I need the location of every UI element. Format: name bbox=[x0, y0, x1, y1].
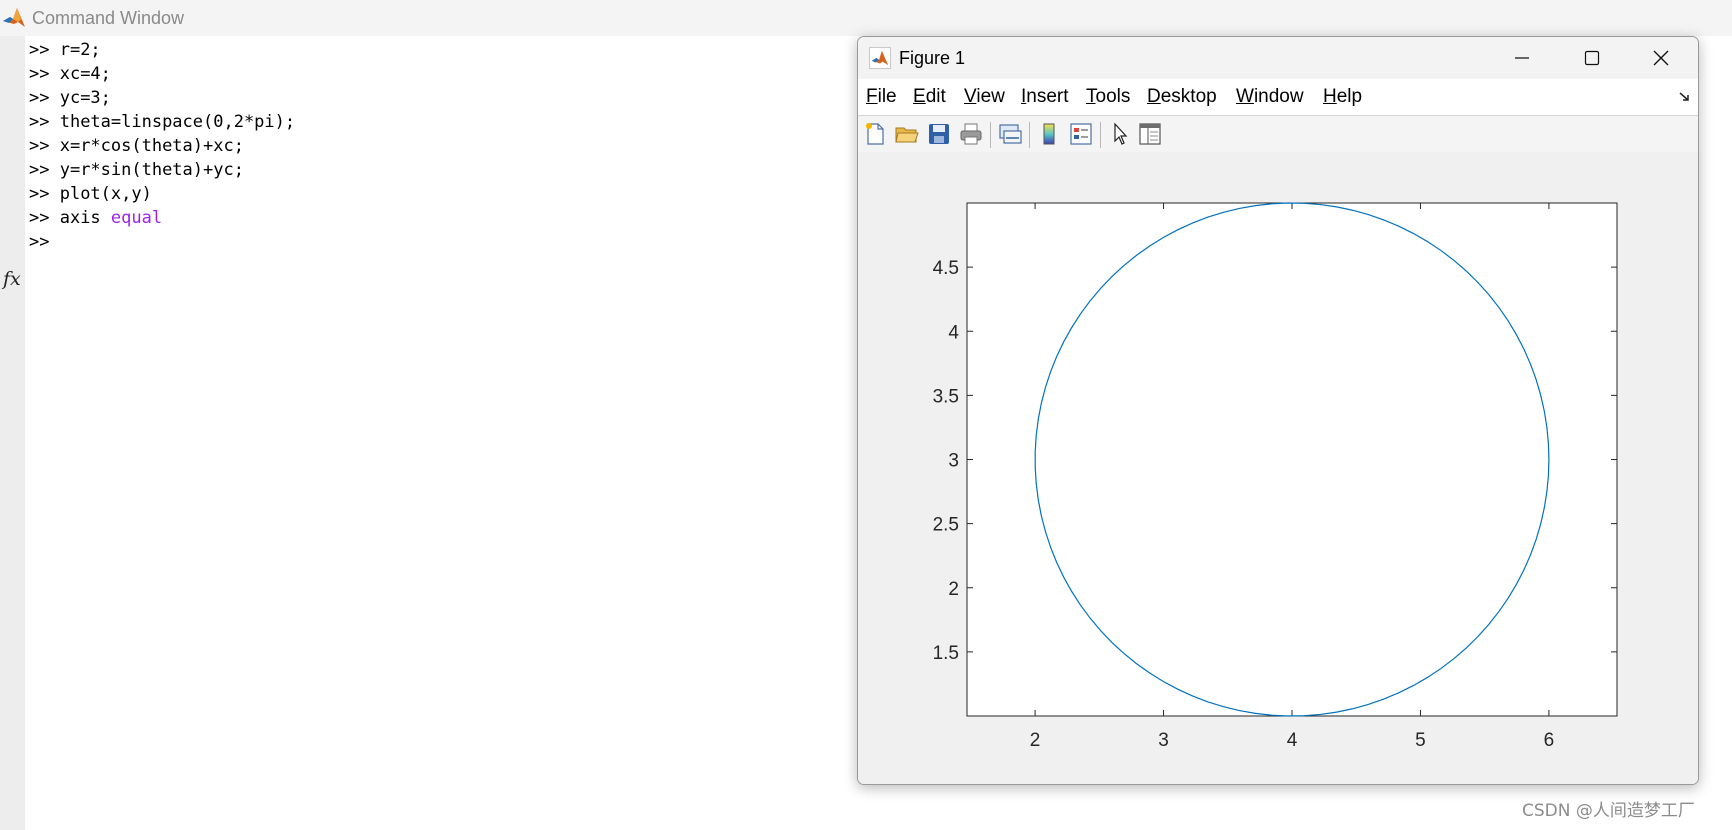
x-tick-label: 3 bbox=[1158, 730, 1169, 751]
figure-title: Figure 1 bbox=[899, 48, 966, 68]
menu-desktop[interactable]: Desktop bbox=[1147, 86, 1217, 108]
link-plot-icon[interactable] bbox=[997, 121, 1023, 147]
command-prompt-line[interactable]: >> bbox=[29, 232, 60, 252]
y-tick-label: 1.5 bbox=[933, 643, 959, 664]
toolbar-separator bbox=[1100, 122, 1101, 148]
new-figure-icon[interactable] bbox=[862, 121, 888, 147]
maximize-icon bbox=[1584, 50, 1600, 66]
toolbar-separator bbox=[990, 122, 991, 148]
legend-icon[interactable] bbox=[1068, 121, 1094, 147]
menu-label: ile bbox=[877, 86, 897, 107]
menu-mnemonic: D bbox=[1147, 86, 1161, 107]
close-icon bbox=[1653, 50, 1669, 66]
command-text: yc=3; bbox=[59, 88, 111, 108]
matlab-figure-icon bbox=[869, 47, 891, 69]
keyword-text: equal bbox=[110, 208, 163, 228]
matlab-logo-icon bbox=[3, 8, 25, 27]
y-tick-label: 2.5 bbox=[933, 515, 959, 536]
menu-mnemonic: V bbox=[964, 86, 977, 107]
menu-mnemonic: H bbox=[1323, 86, 1337, 107]
prompt: >> bbox=[29, 136, 60, 156]
menu-label: esktop bbox=[1160, 86, 1217, 107]
menu-edit[interactable]: Edit bbox=[913, 86, 946, 108]
command-text: y=r*sin(theta)+yc; bbox=[59, 160, 244, 180]
figure-toolbar bbox=[858, 115, 1698, 153]
command-text: xc=4; bbox=[59, 64, 111, 84]
watermark: CSDN @人间造梦工厂 bbox=[1522, 801, 1695, 821]
maximize-button[interactable] bbox=[1562, 37, 1622, 79]
x-tick-label: 2 bbox=[1030, 730, 1041, 751]
prompt: >> bbox=[29, 208, 60, 228]
menu-mnemonic: W bbox=[1236, 86, 1254, 107]
colorbar-icon[interactable] bbox=[1036, 121, 1062, 147]
y-tick-label: 3 bbox=[948, 451, 959, 472]
figure-titlebar[interactable]: Figure 1 bbox=[858, 37, 1698, 79]
y-tick-label: 2 bbox=[948, 579, 959, 600]
x-tick-label: 5 bbox=[1415, 730, 1426, 751]
plot-axes[interactable]: 2 3 4 5 6 1.5 2 2.5 3 3.5 4 4.5 bbox=[858, 152, 1698, 784]
dock-arrow-icon[interactable] bbox=[1679, 91, 1691, 103]
property-inspector-icon[interactable] bbox=[1137, 121, 1163, 147]
y-tick-label: 4.5 bbox=[933, 258, 959, 279]
prompt: >> bbox=[29, 64, 60, 84]
menu-label: ools bbox=[1095, 86, 1131, 107]
axes-box bbox=[966, 202, 1618, 717]
prompt: >> bbox=[29, 112, 60, 132]
menu-help[interactable]: Help bbox=[1323, 86, 1362, 108]
command-text: theta=linspace(0,2*pi); bbox=[59, 112, 296, 132]
close-button[interactable] bbox=[1631, 37, 1691, 79]
command-line: >> r=2; bbox=[29, 40, 101, 60]
command-window-titlebar: Command Window bbox=[0, 0, 1732, 36]
menu-label: dit bbox=[925, 86, 946, 107]
command-line: >> yc=3; bbox=[29, 88, 111, 108]
figure-canvas[interactable]: 2 3 4 5 6 1.5 2 2.5 3 3.5 4 4.5 bbox=[858, 152, 1698, 784]
menu-tools[interactable]: Tools bbox=[1086, 86, 1130, 108]
y-tick-label: 4 bbox=[948, 322, 959, 343]
x-tick-label: 6 bbox=[1544, 730, 1555, 751]
command-line: >> x=r*cos(theta)+xc; bbox=[29, 136, 244, 156]
command-text: r=2; bbox=[59, 40, 101, 60]
open-file-icon[interactable] bbox=[894, 121, 920, 147]
menu-mnemonic: E bbox=[913, 86, 926, 107]
menu-insert[interactable]: Insert bbox=[1021, 86, 1069, 108]
menu-label: indow bbox=[1253, 86, 1304, 107]
prompt: >> bbox=[29, 160, 60, 180]
command-line: >> axis equal bbox=[29, 208, 162, 228]
command-text: x=r*cos(theta)+xc; bbox=[59, 136, 244, 156]
menu-mnemonic: T bbox=[1086, 86, 1096, 107]
menu-mnemonic: F bbox=[866, 86, 878, 107]
command-line: >> theta=linspace(0,2*pi); bbox=[29, 112, 295, 132]
prompt: >> bbox=[29, 40, 60, 60]
toolbar-separator bbox=[1029, 122, 1030, 148]
command-text: axis bbox=[59, 208, 111, 228]
prompt: >> bbox=[29, 184, 60, 204]
menu-file[interactable]: File bbox=[866, 86, 897, 108]
menu-view[interactable]: View bbox=[964, 86, 1005, 108]
command-line: >> xc=4; bbox=[29, 64, 111, 84]
command-line: >> plot(x,y) bbox=[29, 184, 152, 204]
prompt: >> bbox=[29, 88, 60, 108]
x-tick-label: 4 bbox=[1287, 730, 1298, 751]
figure-window: Figure 1 File Edit View Insert Tools Des… bbox=[857, 36, 1699, 785]
save-icon[interactable] bbox=[926, 121, 952, 147]
menu-window[interactable]: Window bbox=[1236, 86, 1304, 108]
menu-label: nsert bbox=[1026, 86, 1069, 107]
prompt: >> bbox=[29, 232, 60, 252]
figure-menubar: File Edit View Insert Tools Desktop Wind… bbox=[858, 79, 1698, 115]
command-window-title: Command Window bbox=[32, 8, 185, 28]
print-icon[interactable] bbox=[958, 121, 984, 147]
minimize-icon bbox=[1515, 57, 1529, 59]
menu-label: elp bbox=[1336, 86, 1363, 107]
command-text: plot(x,y) bbox=[59, 184, 152, 204]
minimize-button[interactable] bbox=[1492, 37, 1552, 79]
command-line: >> y=r*sin(theta)+yc; bbox=[29, 160, 244, 180]
menu-label: iew bbox=[976, 86, 1005, 107]
fx-icon[interactable]: fx bbox=[3, 268, 21, 290]
edit-plot-pointer-icon[interactable] bbox=[1107, 121, 1133, 147]
command-window-gutter: fx bbox=[0, 36, 25, 830]
y-tick-label: 3.5 bbox=[933, 386, 959, 407]
